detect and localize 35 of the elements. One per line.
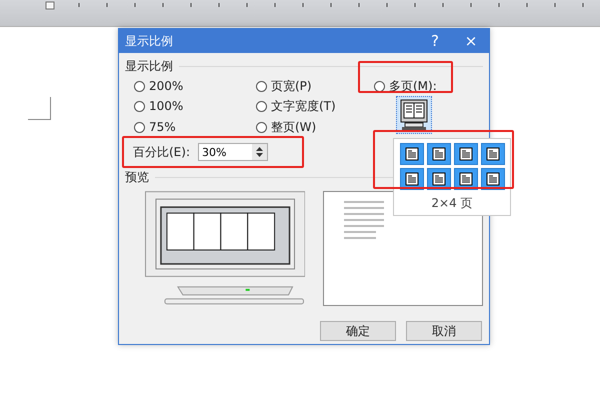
layout-caption: 2×4 页 [431,195,473,212]
zoom-radio[interactable]: 200% [134,76,256,96]
preview-text-drawing [344,200,384,242]
zoom-radio[interactable]: 页宽(P) [256,76,374,96]
zoom-radio[interactable]: 75% [134,117,256,137]
page-tile[interactable] [454,168,478,190]
document-icon [405,172,419,186]
page-tile[interactable] [481,143,505,165]
close-button[interactable]: × [453,29,489,53]
dialog-button[interactable]: 确定 [320,321,396,341]
group-title: 显示比例 [125,58,173,74]
page-corner-mark [28,97,51,120]
page-tile[interactable] [400,143,424,165]
zoom-radio[interactable]: 文字宽度(T) [256,96,374,116]
page-tile[interactable] [454,143,478,165]
document-icon [432,172,446,186]
window-title: 显示比例 [124,32,174,50]
group-title: 预览 [125,168,149,186]
zoom-radio[interactable]: 100% [134,96,256,116]
dialog-button[interactable]: 取消 [406,321,482,341]
zoom-radio[interactable]: 多页(M): [374,76,484,96]
document-icon [486,147,500,161]
zoom-radio[interactable]: 整页(W) [256,117,374,137]
document-icon [459,172,473,186]
page-tile[interactable] [481,168,505,190]
page-tile[interactable] [427,168,451,190]
document-icon [405,147,419,161]
document-icon [459,147,473,161]
multi-page-button[interactable] [396,96,432,134]
page-tile[interactable] [427,143,451,165]
document-icon [486,172,500,186]
page-tile[interactable] [400,168,424,190]
help-button[interactable]: ? [417,29,453,53]
percent-label: 百分比(E): [133,144,190,160]
document-icon [432,147,446,161]
